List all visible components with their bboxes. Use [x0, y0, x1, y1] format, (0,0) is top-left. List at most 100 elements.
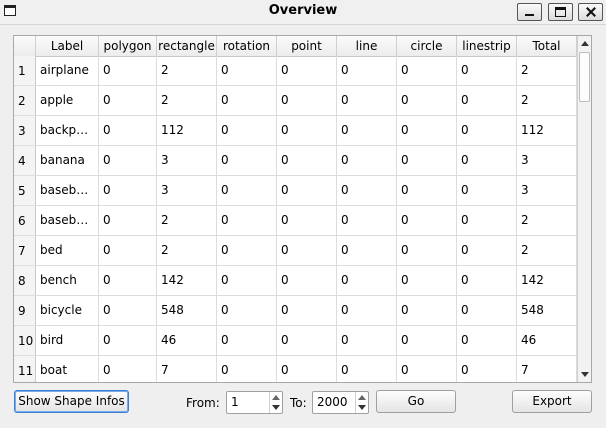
row-number[interactable]: 8	[14, 266, 36, 296]
table-cell[interactable]: 3	[517, 176, 577, 205]
table-cell[interactable]: 548	[157, 296, 217, 325]
table-cell[interactable]: apple	[36, 86, 99, 115]
table-cell[interactable]: 0	[217, 146, 277, 175]
table-cell[interactable]: 0	[217, 296, 277, 325]
table-row[interactable]: baseb… 0 3 0 0 0 0 0 3	[36, 176, 577, 206]
row-number[interactable]: 7	[14, 236, 36, 266]
table-cell[interactable]: banana	[36, 146, 99, 175]
table-cell[interactable]: 0	[337, 326, 397, 355]
table-cell[interactable]: 0	[99, 206, 157, 235]
table-cell[interactable]: 0	[99, 116, 157, 145]
table-cell[interactable]: 0	[397, 116, 457, 145]
column-header-linestrip[interactable]: linestrip	[457, 36, 517, 56]
table-cell[interactable]: 0	[337, 206, 397, 235]
table-cell[interactable]: 0	[99, 56, 157, 85]
from-spin-arrows[interactable]	[269, 392, 282, 413]
to-spin-arrows[interactable]	[355, 392, 368, 413]
table-cell[interactable]: 0	[99, 146, 157, 175]
table-cell[interactable]: bicycle	[36, 296, 99, 325]
column-header-rectangle[interactable]: rectangle	[157, 36, 217, 56]
scroll-up-icon[interactable]	[581, 41, 589, 46]
table-cell[interactable]: 0	[457, 56, 517, 85]
table-cell[interactable]: 0	[277, 206, 337, 235]
table-cell[interactable]: 3	[157, 176, 217, 205]
table-cell[interactable]: 0	[217, 236, 277, 265]
table-cell[interactable]: 548	[517, 296, 577, 325]
table-cell[interactable]: 0	[99, 236, 157, 265]
table-cell[interactable]: 0	[397, 266, 457, 295]
table-cell[interactable]: 0	[217, 266, 277, 295]
go-button[interactable]: Go	[376, 390, 456, 413]
table-row[interactable]: bird 0 46 0 0 0 0 0 46	[36, 326, 577, 356]
table-cell[interactable]: 0	[457, 296, 517, 325]
table-cell[interactable]: 0	[337, 86, 397, 115]
table-cell[interactable]: 0	[277, 86, 337, 115]
column-header-label[interactable]: Label	[36, 36, 99, 56]
table-cell[interactable]: 0	[99, 86, 157, 115]
table-cell[interactable]: 2	[517, 86, 577, 115]
table-cell[interactable]: 0	[217, 206, 277, 235]
row-number[interactable]: 6	[14, 206, 36, 236]
table-cell[interactable]: 0	[99, 326, 157, 355]
to-value[interactable]: 2000	[317, 392, 348, 413]
show-shape-infos-button[interactable]: Show Shape Infos	[14, 390, 129, 413]
table-cell[interactable]: 0	[217, 326, 277, 355]
table-cell[interactable]: bird	[36, 326, 99, 355]
spin-down-icon[interactable]	[272, 405, 280, 410]
table-cell[interactable]: 3	[517, 146, 577, 175]
row-number[interactable]: 9	[14, 296, 36, 326]
table-cell[interactable]: baseb…	[36, 176, 99, 205]
table-cell[interactable]: backp…	[36, 116, 99, 145]
row-number[interactable]: 10	[14, 326, 36, 356]
table-cell[interactable]: 0	[397, 206, 457, 235]
column-header-circle[interactable]: circle	[397, 36, 457, 56]
table-cell[interactable]: 0	[277, 236, 337, 265]
table-cell[interactable]: 142	[157, 266, 217, 295]
table-cell[interactable]: 0	[99, 266, 157, 295]
table-cell[interactable]: 112	[517, 116, 577, 145]
scrollbar-thumb[interactable]	[579, 52, 590, 102]
spin-up-icon[interactable]	[358, 395, 366, 400]
table-cell[interactable]: 0	[337, 296, 397, 325]
table-cell[interactable]: 0	[277, 356, 337, 382]
export-button[interactable]: Export	[512, 390, 592, 413]
table-cell[interactable]: 0	[217, 176, 277, 205]
spin-up-icon[interactable]	[272, 395, 280, 400]
table-cell[interactable]: 0	[337, 236, 397, 265]
table-cell[interactable]: 0	[277, 116, 337, 145]
table-cell[interactable]: 7	[517, 356, 577, 382]
table-row[interactable]: backp… 0 112 0 0 0 0 0 112	[36, 116, 577, 146]
table-cell[interactable]: 0	[277, 266, 337, 295]
table-cell[interactable]: 0	[457, 86, 517, 115]
table-cell[interactable]: 0	[397, 146, 457, 175]
table-cell[interactable]: airplane	[36, 56, 99, 85]
table-cell[interactable]: 0	[337, 266, 397, 295]
table-row[interactable]: airplane 0 2 0 0 0 0 0 2	[36, 56, 577, 86]
table-cell[interactable]: 0	[457, 326, 517, 355]
table-cell[interactable]: 0	[457, 236, 517, 265]
table-cell[interactable]: 0	[337, 356, 397, 382]
table-cell[interactable]: 0	[99, 176, 157, 205]
table-cell[interactable]: 2	[157, 56, 217, 85]
table-cell[interactable]: 2	[157, 236, 217, 265]
column-header-polygon[interactable]: polygon	[99, 36, 157, 56]
table-row[interactable]: baseb… 0 2 0 0 0 0 0 2	[36, 206, 577, 236]
table-cell[interactable]: 0	[337, 146, 397, 175]
table-cell[interactable]: 0	[397, 326, 457, 355]
table-cell[interactable]: 0	[397, 356, 457, 382]
row-number[interactable]: 2	[14, 86, 36, 116]
table-cell[interactable]: 0	[457, 356, 517, 382]
table-row[interactable]: bed 0 2 0 0 0 0 0 2	[36, 236, 577, 266]
table-cell[interactable]: 0	[337, 176, 397, 205]
table-cell[interactable]: 0	[217, 86, 277, 115]
scroll-down-icon[interactable]	[581, 372, 589, 377]
table-cell[interactable]: 0	[397, 236, 457, 265]
table-cell[interactable]: baseb…	[36, 206, 99, 235]
from-value[interactable]: 1	[231, 392, 239, 413]
table-cell[interactable]: 46	[157, 326, 217, 355]
row-number[interactable]: 4	[14, 146, 36, 176]
overview-table[interactable]: Label polygon rectangle rotation point l…	[13, 35, 592, 383]
table-row[interactable]: apple 0 2 0 0 0 0 0 2	[36, 86, 577, 116]
table-cell[interactable]: 0	[277, 146, 337, 175]
table-cell[interactable]: 0	[337, 56, 397, 85]
